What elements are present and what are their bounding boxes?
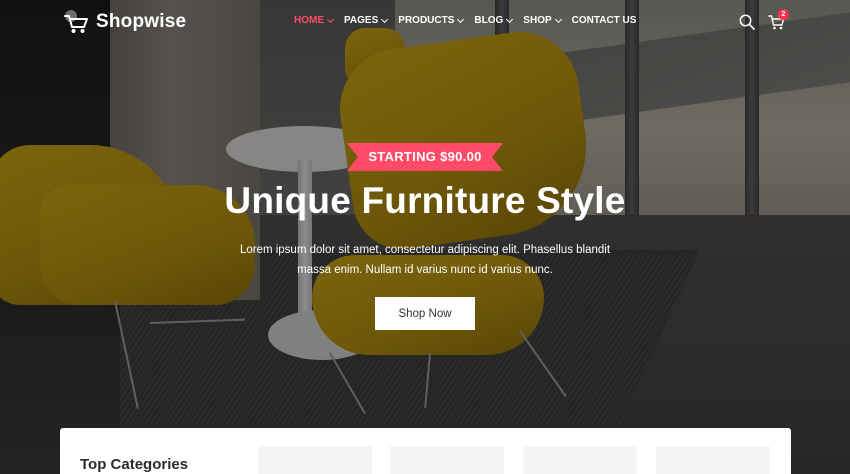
search-icon[interactable] [738,13,756,31]
brand-name: Shopwise [96,11,187,32]
category-card[interactable] [390,446,504,474]
nav-item-home[interactable]: HOME [294,15,335,26]
site-header: Shopwise HOME PAGES PRODUCTS BLOG SHOP C… [0,0,850,44]
shopping-cart-logo-icon [62,8,90,36]
cart-icon[interactable]: 2 [768,9,789,31]
brand-logo[interactable]: Shopwise [62,8,186,36]
ribbon-text: STARTING $90.00 [368,149,482,164]
category-card[interactable] [523,446,637,474]
category-card[interactable] [258,446,372,474]
chevron-down-icon [381,15,389,23]
header-actions: 2 [738,9,789,31]
chevron-down-icon [326,15,335,23]
nav-item-contact-us[interactable]: CONTACT US [572,15,637,26]
chevron-down-icon [457,15,465,23]
category-card[interactable] [656,446,770,474]
cart-count-badge: 2 [778,9,789,20]
hero-title: Unique Furniture Style [224,180,626,221]
nav-item-shop[interactable]: SHOP [523,15,562,26]
price-ribbon: STARTING $90.00 [347,143,503,171]
top-categories-panel: Top Categories [60,428,791,474]
hero-background [0,0,850,474]
main-nav: HOME PAGES PRODUCTS BLOG SHOP CONTACT US [294,15,647,26]
shop-now-button[interactable]: Shop Now [375,297,475,330]
nav-item-pages[interactable]: PAGES [344,15,389,26]
page: Shopwise HOME PAGES PRODUCTS BLOG SHOP C… [0,0,850,474]
nav-item-blog[interactable]: BLOG [474,15,514,26]
hero-description: Lorem ipsum dolor sit amet, consectetur … [239,244,611,276]
top-categories-title: Top Categories [80,456,189,473]
chevron-down-icon [506,15,514,23]
chevron-down-icon [554,15,562,23]
nav-item-products[interactable]: PRODUCTS [398,15,465,26]
